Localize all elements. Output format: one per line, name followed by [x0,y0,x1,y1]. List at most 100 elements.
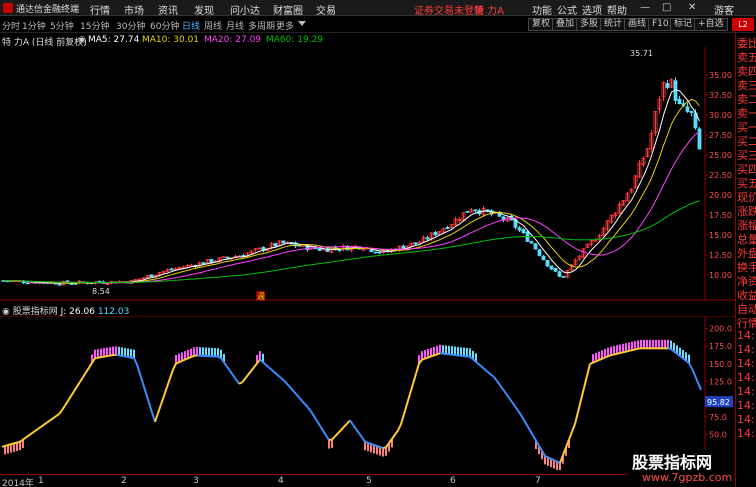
mark-button[interactable]: 标记 [670,18,697,31]
indicator-line-segment [82,371,87,378]
indicator-line-segment [286,383,291,388]
indicator-line-segment [523,419,528,426]
menu-item-formula[interactable]: 公式 [557,2,577,17]
indicator-line-segment [178,359,183,364]
close-icon[interactable]: ✕ [688,2,696,13]
indicator-line-segment [349,419,354,426]
indicator-line-segment [277,374,282,379]
chevron-down-icon[interactable] [298,21,306,26]
high-price-mark: 35.71 [630,49,653,58]
period-60min[interactable]: 60分钟 [150,19,179,32]
indicator-line-segment [532,434,537,442]
menu-item-ask[interactable]: 问小达 [230,2,260,17]
indicator-line-segment [154,412,159,423]
indicator-line-segment [697,382,702,391]
low-price-mark: 8.54 [92,287,110,296]
indicator-line-segment [319,425,324,432]
indicator-line-segment [379,446,384,450]
indicator-line-segment [148,402,153,413]
indicator-line-segment [511,401,516,407]
adjust-button[interactable]: 复权 [528,18,555,31]
menu-item-wealth[interactable]: 财富圈 [273,2,303,17]
menu-item-function[interactable]: 功能 [532,2,552,17]
menu-item-quotes[interactable]: 行情 [90,2,110,17]
indicator-line-segment [253,362,258,368]
candle [677,98,682,105]
quote-panel-item[interactable]: 14:50 [737,329,756,342]
quote-panel-item[interactable]: 14:50 [737,343,756,356]
quote-panel-item[interactable]: 14:50 [737,371,756,384]
indicator-line-segment [631,348,636,352]
indicator-line-segment [157,404,162,414]
indicator-line-segment [400,413,405,425]
level2-badge[interactable]: L2 [732,18,754,31]
guest-login[interactable]: 游客 [714,2,734,17]
period-1min[interactable]: 1分钟 [22,19,46,32]
candle [533,243,538,250]
menu-item-help[interactable]: 帮助 [607,2,627,17]
indicator-line-segment [106,354,111,358]
candle [549,265,554,270]
indicator-line-segment [358,432,363,439]
menu-item-trade[interactable]: 交易 [316,2,336,17]
settings-icon[interactable]: ◉ [78,35,86,45]
candle [57,283,62,286]
period-more[interactable]: 更多 [276,19,294,32]
indicator-line-segment [7,443,12,447]
add-watchlist-button[interactable]: +自选 [694,18,728,31]
period-15min[interactable]: 15分钟 [80,19,109,32]
indicator-line-segment [361,436,366,443]
indicator-line-segment [295,393,300,399]
indicator-line-segment [604,355,609,359]
period-daily[interactable]: 日线 [182,19,200,32]
quote-panel-item[interactable]: 14:50 [737,357,756,370]
indicator-line-segment [175,361,180,365]
indicator-line-segment [391,434,396,440]
indicator-line-segment [166,378,171,388]
price-tick-label: 15.00 [709,231,732,240]
period-weekly[interactable]: 周线 [204,19,222,32]
indicator-line-segment [229,370,234,376]
period-5min[interactable]: 5分钟 [50,19,74,32]
candle [281,240,286,244]
draw-line-button[interactable]: 画线 [624,18,651,31]
indicator-line-segment [310,410,315,417]
indicator-line-segment [160,395,165,405]
overlay-button[interactable]: 叠加 [552,18,579,31]
quote-panel-item[interactable]: 14:50 [737,413,756,426]
indicator-chart[interactable]: 200.0175.0150.0125.0100.075.050.025.095.… [0,316,735,474]
menu-item-news[interactable]: 资讯 [158,2,178,17]
price-chart[interactable]: 35.00 32.50 30.00 27.50 25.00 22.50 20.00 17.50… [0,47,735,301]
maximize-icon[interactable]: □ [662,2,671,13]
f10-button[interactable]: F10 [648,18,673,31]
indicator-line-segment [142,383,147,394]
indicator-line-segment [427,355,432,359]
multi-stock-button[interactable]: 多股 [576,18,603,31]
menu-item-options[interactable]: 选项 [582,2,602,17]
menu-item-market[interactable]: 市场 [124,2,144,17]
period-multi[interactable]: 多周期 [248,19,275,32]
indicator-line-segment [172,363,177,371]
quote-panel-item[interactable]: 14:50 [737,399,756,412]
event-tag[interactable]: 週 [257,292,265,301]
ma5-label: MA5: 27.74 [88,35,140,45]
stats-button[interactable]: 统计 [600,18,627,31]
period-timeshare[interactable]: 分时 [2,19,20,32]
indicator-line-segment [217,355,222,360]
candle [273,243,278,247]
candle [473,209,478,212]
period-30min[interactable]: 30分钟 [116,19,145,32]
indicator-line-segment [244,374,249,380]
period-monthly[interactable]: 月线 [226,19,244,32]
quote-panel-item[interactable]: 14:50 [737,385,756,398]
menu-item-discover[interactable]: 发现 [194,2,214,17]
indicator-line-segment [574,411,579,425]
price-tick-label: 22.50 [709,171,732,180]
indicator-line-segment [499,384,504,390]
indicator-line-segment [10,442,15,446]
indicator-line-segment [64,400,69,407]
indicator-tick-label: 175.0 [709,342,732,351]
indicator-line-segment [616,352,621,355]
quote-panel-item[interactable]: 14:50 [737,427,756,440]
minimize-icon[interactable]: — [640,2,650,13]
